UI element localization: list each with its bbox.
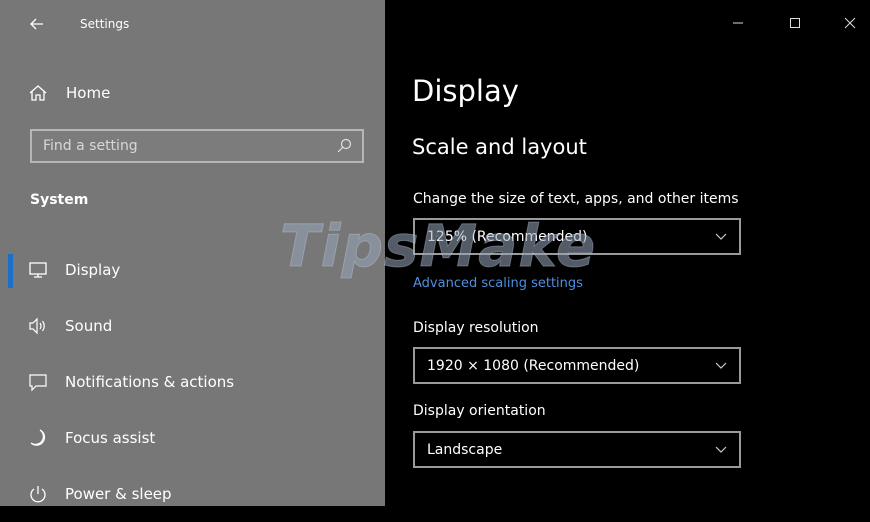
- scale-label: Change the size of text, apps, and other…: [413, 191, 739, 207]
- settings-window: Settings Home System Display: [0, 0, 870, 506]
- sidebar-item-power-sleep[interactable]: Power & sleep: [0, 466, 385, 522]
- sidebar-item-label: Sound: [65, 317, 113, 335]
- resolution-dropdown[interactable]: 1920 × 1080 (Recommended): [413, 347, 741, 384]
- notification-icon: [29, 374, 47, 392]
- chevron-down-icon: [715, 233, 727, 240]
- home-icon: [29, 85, 47, 101]
- back-arrow-icon: [30, 18, 43, 30]
- app-title: Settings: [80, 17, 130, 31]
- sidebar-item-notifications[interactable]: Notifications & actions: [0, 354, 385, 410]
- watermark: TipsMake: [279, 212, 610, 294]
- maximize-button[interactable]: [783, 12, 807, 34]
- search-input[interactable]: [32, 131, 322, 161]
- title-bar: Settings: [0, 0, 385, 46]
- speaker-icon: [29, 317, 45, 335]
- power-icon: [30, 486, 46, 503]
- maximize-icon: [790, 18, 800, 28]
- orientation-dropdown[interactable]: Landscape: [413, 431, 741, 468]
- sidebar-item-label: Focus assist: [65, 429, 156, 447]
- minimize-icon: [733, 22, 743, 24]
- chevron-down-icon: [715, 446, 727, 453]
- sidebar-item-label: Notifications & actions: [65, 373, 235, 391]
- orientation-label: Display orientation: [413, 403, 546, 419]
- monitor-icon: [29, 262, 47, 278]
- sidebar-item-focus-assist[interactable]: Focus assist: [0, 410, 385, 466]
- sidebar-item-label: Home: [66, 84, 111, 102]
- orientation-value: Landscape: [427, 442, 503, 458]
- section-title: Scale and layout: [412, 135, 587, 159]
- section-heading-system: System: [30, 192, 89, 208]
- chevron-down-icon: [715, 362, 727, 369]
- watermark-text: TipsMake: [279, 212, 597, 281]
- minimize-button[interactable]: [726, 12, 750, 34]
- resolution-label: Display resolution: [413, 320, 539, 336]
- sidebar-item-home[interactable]: Home: [0, 78, 385, 108]
- sidebar-item-sound[interactable]: Sound: [0, 298, 385, 354]
- page-title: Display: [412, 74, 519, 108]
- moon-icon: [30, 429, 46, 446]
- sidebar-item-label: Display: [65, 261, 121, 279]
- back-button[interactable]: [26, 13, 48, 35]
- selected-indicator: [8, 254, 13, 288]
- resolution-value: 1920 × 1080 (Recommended): [427, 358, 640, 374]
- sidebar-item-label: Power & sleep: [65, 485, 172, 503]
- window-controls: [710, 0, 870, 46]
- search-icon[interactable]: [336, 138, 352, 154]
- close-button[interactable]: [838, 12, 862, 34]
- search-box[interactable]: [30, 129, 364, 163]
- close-icon: [844, 17, 856, 29]
